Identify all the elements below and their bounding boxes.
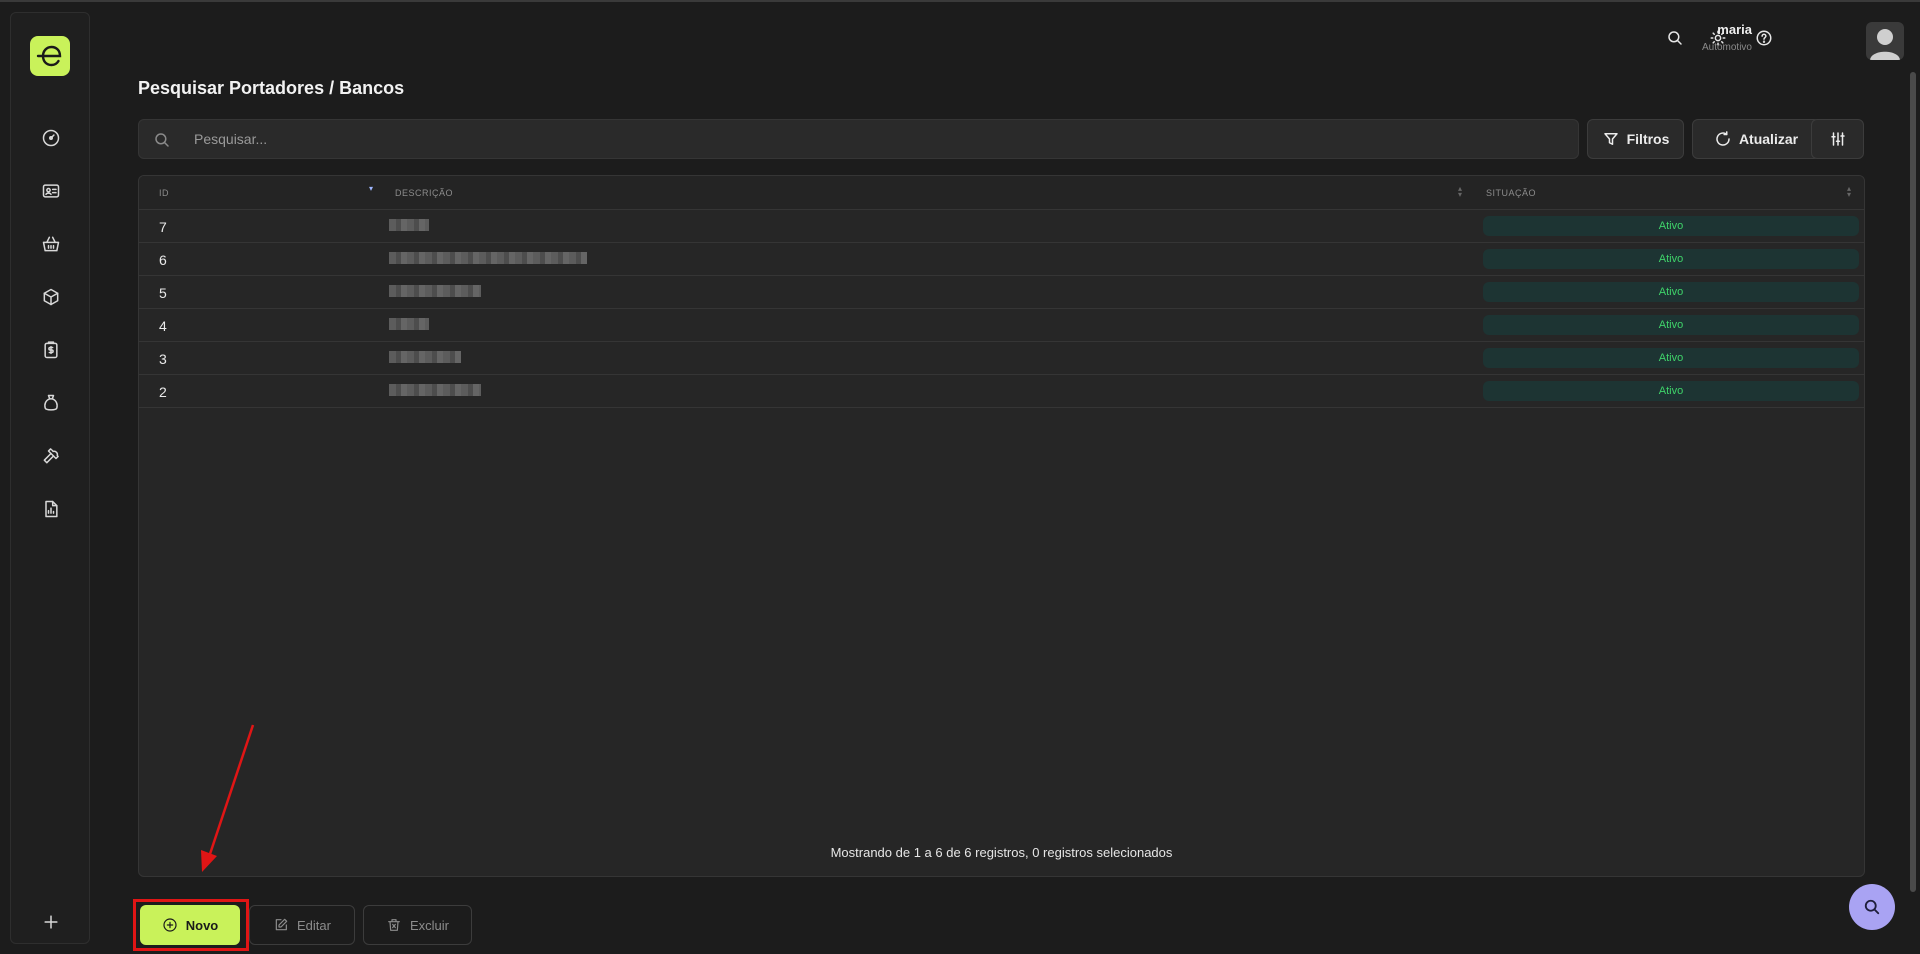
scrollbar[interactable] — [1910, 72, 1916, 892]
logo-e-icon — [36, 45, 62, 67]
status-badge: Ativo — [1483, 249, 1859, 269]
sort-toggle-icon[interactable]: ▴ ▾ — [1847, 185, 1851, 199]
table-header: ID ▾ DESCRIÇÃO ▴ ▾ SITUAÇÃO ▴ ▾ — [139, 176, 1864, 210]
row-description-redacted — [389, 285, 481, 297]
status-badge: Ativo — [1483, 282, 1859, 302]
page-title: Pesquisar Portadores / Bancos — [138, 78, 405, 98]
plus-icon[interactable] — [40, 911, 62, 933]
filter-icon — [1603, 133, 1618, 145]
help-icon[interactable] — [1753, 27, 1775, 49]
row-id: 7 — [159, 219, 167, 235]
row-id: 5 — [159, 285, 167, 301]
search-bar — [138, 119, 1579, 159]
app-logo[interactable] — [30, 36, 70, 76]
table-row[interactable]: 3 Ativo — [139, 342, 1864, 375]
sidebar — [10, 12, 90, 944]
refresh-button[interactable]: Atualizar — [1692, 119, 1820, 159]
filters-label: Filtros — [1626, 131, 1670, 147]
user-avatar-icon — [1870, 29, 1900, 60]
dashboard-icon[interactable] — [40, 127, 62, 149]
window-top-border — [0, 0, 1920, 2]
table-row[interactable]: 4 Ativo — [139, 309, 1864, 342]
filters-button[interactable]: Filtros — [1587, 119, 1684, 159]
sliders-icon — [1830, 132, 1845, 146]
search-icon[interactable] — [1664, 27, 1686, 49]
column-header-description[interactable]: DESCRIÇÃO — [395, 188, 453, 198]
avatar[interactable] — [1866, 22, 1904, 60]
pagination-info: Mostrando de 1 a 6 de 6 registros, 0 reg… — [830, 845, 1173, 860]
status-badge: Ativo — [1483, 348, 1859, 368]
search-icon — [1864, 899, 1880, 915]
row-id: 2 — [159, 384, 167, 400]
refresh-label: Atualizar — [1738, 131, 1799, 147]
contacts-icon[interactable] — [40, 180, 62, 202]
sort-desc-icon[interactable]: ▾ — [369, 185, 373, 193]
user-organization: Automotivo — [1701, 42, 1752, 53]
wrench-icon[interactable] — [40, 445, 62, 467]
delete-button[interactable]: Excluir — [363, 905, 472, 945]
data-table: ID ▾ DESCRIÇÃO ▴ ▾ SITUAÇÃO ▴ ▾ 7 Ativo 6 … — [138, 175, 1865, 877]
row-id: 3 — [159, 351, 167, 367]
floating-search-button[interactable] — [1849, 884, 1895, 930]
box-icon[interactable] — [40, 286, 62, 308]
table-row[interactable]: 6 Ativo — [139, 243, 1864, 276]
annotation-highlight-box — [133, 899, 249, 951]
table-row[interactable]: 2 Ativo — [139, 375, 1864, 408]
row-id: 4 — [159, 318, 167, 334]
table-row[interactable]: 5 Ativo — [139, 276, 1864, 309]
row-description-redacted — [389, 351, 461, 363]
status-badge: Ativo — [1483, 315, 1859, 335]
table-row[interactable]: 7 Ativo — [139, 210, 1864, 243]
column-header-status[interactable]: SITUAÇÃO — [1486, 188, 1536, 198]
status-badge: Ativo — [1483, 216, 1859, 236]
search-input[interactable] — [194, 120, 1564, 158]
row-id: 6 — [159, 252, 167, 268]
money-bag-icon[interactable] — [40, 392, 62, 414]
clipboard-money-icon[interactable] — [40, 339, 62, 361]
refresh-icon — [1716, 131, 1730, 146]
column-settings-button[interactable] — [1811, 119, 1864, 159]
basket-icon[interactable] — [40, 233, 62, 255]
trash-icon — [388, 919, 400, 931]
row-description-redacted — [389, 384, 481, 396]
sort-toggle-icon[interactable]: ▴ ▾ — [1458, 185, 1462, 199]
row-description-redacted — [389, 318, 429, 330]
edit-button[interactable]: Editar — [249, 905, 355, 945]
user-name[interactable]: maria — [1717, 22, 1752, 37]
row-description-redacted — [389, 252, 587, 264]
search-field-icon — [155, 133, 169, 147]
row-description-redacted — [389, 219, 429, 231]
column-header-id[interactable]: ID — [159, 188, 169, 198]
status-badge: Ativo — [1483, 381, 1859, 401]
edit-button-label: Editar — [297, 917, 331, 933]
delete-button-label: Excluir — [409, 917, 449, 933]
report-icon[interactable] — [40, 498, 62, 520]
annotation-arrow-icon — [201, 724, 255, 872]
edit-icon — [275, 918, 288, 931]
